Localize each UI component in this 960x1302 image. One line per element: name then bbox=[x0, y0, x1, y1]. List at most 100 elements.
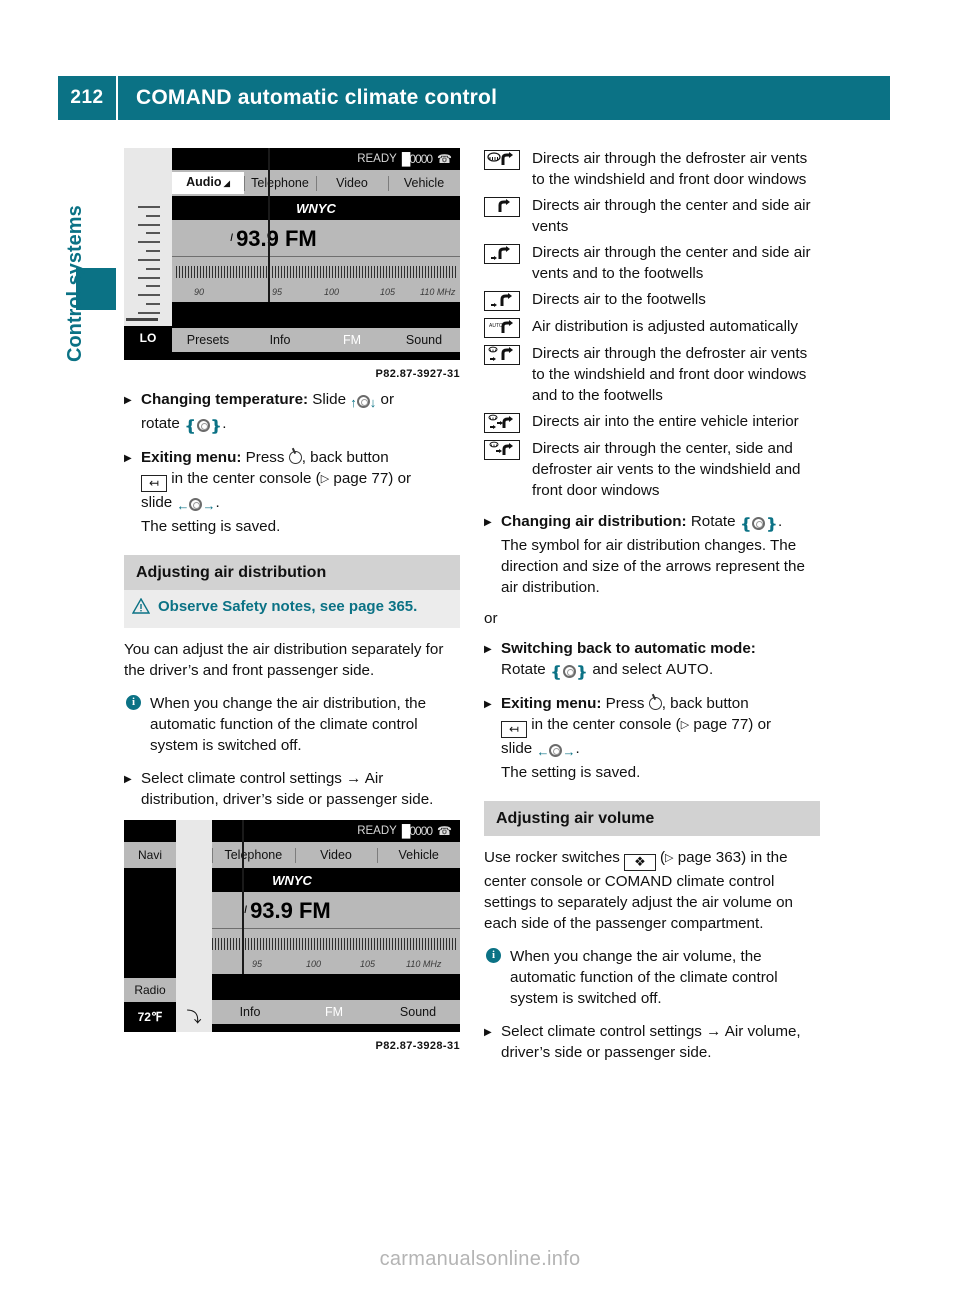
icon-row: AUTO Air distribution is adjusted automa… bbox=[484, 316, 820, 338]
manual-page: 212 COMAND automatic climate control Con… bbox=[0, 0, 960, 1302]
comand-screen-1: LO READY █0000 ☎ Audio ◢ Telephone Video… bbox=[124, 148, 460, 360]
period: . bbox=[708, 661, 714, 678]
menu-item-vehicle[interactable]: Vehicle bbox=[377, 845, 460, 866]
station-name: WNYC bbox=[172, 196, 460, 220]
step-changing-temperature: Changing temperature: Slide ↑↓ or rotate… bbox=[124, 389, 460, 437]
center-side-vent-icon bbox=[484, 197, 520, 217]
nav-item-radio[interactable]: Radio bbox=[124, 978, 176, 1002]
auto-mode-label: AUTO bbox=[665, 661, 709, 678]
slide-text: slide bbox=[501, 740, 537, 757]
nav-item-navi[interactable]: Navi bbox=[124, 842, 176, 868]
status-bar: READY █0000 ☎ bbox=[172, 148, 460, 170]
back-button-icon: ↤ bbox=[141, 475, 168, 492]
press-text: Press bbox=[241, 449, 289, 466]
soft-key-sound[interactable]: Sound bbox=[388, 330, 460, 351]
frequency-prefix-icon: I bbox=[244, 903, 248, 916]
step-exiting-menu-left: Exiting menu: Press , back button ↤ in t… bbox=[124, 447, 460, 537]
soft-key-info[interactable]: Info bbox=[244, 330, 316, 351]
scale-ticks bbox=[176, 266, 456, 278]
step-select-air-distribution: Select climate control settings → Air di… bbox=[124, 768, 460, 810]
menu-item-telephone[interactable]: Telephone bbox=[244, 173, 316, 194]
setting-saved-text: The setting is saved. bbox=[141, 518, 281, 535]
screen-gap bbox=[172, 302, 460, 328]
fan-rocker-switch-icon: ❖ bbox=[624, 854, 656, 871]
menu-item-audio[interactable]: Audio ◢ bbox=[172, 172, 244, 194]
press-knob-icon bbox=[648, 697, 662, 710]
step-label: Exiting menu: bbox=[141, 449, 242, 466]
soft-key-sound[interactable]: Sound bbox=[376, 1002, 460, 1023]
page-title: COMAND automatic climate control bbox=[136, 86, 498, 109]
menu-label: Audio bbox=[186, 175, 222, 189]
page-ref-icon: ▷ bbox=[320, 473, 330, 485]
temperature-strip: LO bbox=[124, 148, 172, 360]
soft-key-presets[interactable]: Presets bbox=[172, 330, 244, 351]
step-select-air-volume: Select climate control settings → Air vo… bbox=[484, 1021, 820, 1063]
nav-temp-left: 72℉ bbox=[124, 1002, 176, 1032]
auto-distribution-icon: AUTO bbox=[484, 318, 520, 338]
note-air-volume: i When you change the air volume, the au… bbox=[484, 946, 820, 1009]
soft-key-info[interactable]: Info bbox=[208, 1002, 292, 1023]
scale-top-line bbox=[172, 256, 460, 257]
tuning-cursor bbox=[242, 820, 244, 974]
step-text-b: . bbox=[777, 513, 783, 530]
all-vents-icon bbox=[484, 413, 520, 433]
soft-key-fm[interactable]: FM bbox=[292, 1002, 376, 1023]
scale-label-2: 100 bbox=[324, 287, 340, 297]
chapter-label: Control systems bbox=[64, 205, 86, 362]
signal-bars-icon: █0000 bbox=[401, 151, 433, 166]
signal-bars-icon: █0000 bbox=[401, 823, 433, 838]
vent-icon-left: ⤴ bbox=[172, 357, 220, 361]
frequency-value: 93.9 FM bbox=[250, 897, 331, 923]
menu-item-telephone[interactable]: Telephone bbox=[212, 845, 295, 866]
scale-labels: 90 95 100 105 110 MHz bbox=[172, 282, 460, 297]
page-ref-text: page 77) or bbox=[689, 716, 772, 733]
scale-label-1: 95 bbox=[272, 287, 283, 297]
step-body: The symbol for air distribution changes.… bbox=[501, 537, 805, 596]
step-text-b: or bbox=[376, 391, 395, 408]
temperature-right-value: 72℉ bbox=[412, 357, 460, 361]
after-press-text: , back button bbox=[661, 695, 749, 712]
slide-post-text: . bbox=[215, 494, 220, 511]
svg-text:AUTO: AUTO bbox=[489, 323, 503, 329]
nav-side-column: Navi Radio 72℉ bbox=[124, 820, 176, 1032]
vent-icon-right: ⤴ bbox=[326, 1029, 393, 1033]
scale-label-3: 105 bbox=[380, 287, 396, 297]
scale-label-0: 90 bbox=[194, 287, 205, 297]
temperature-indicator bbox=[126, 318, 158, 321]
fan-right-value: ✱1 bbox=[316, 357, 364, 361]
temperature-right-value: 72℉ bbox=[393, 1029, 460, 1033]
frequency-prefix-icon: I bbox=[230, 231, 234, 244]
icon-description: Directs air through the center and side … bbox=[532, 244, 811, 282]
figure-radio-display-1: LO READY █0000 ☎ Audio ◢ Telephone Video… bbox=[124, 148, 460, 385]
soft-key-fm[interactable]: FM bbox=[316, 330, 388, 351]
scale-label-2: 100 bbox=[306, 959, 322, 969]
icon-row: Directs air through the center and side … bbox=[484, 242, 820, 284]
step-label: Switching back to automatic mode: bbox=[501, 640, 756, 657]
scale-label-4: 110 MHz bbox=[420, 287, 456, 297]
defroster-footwell-vent-icon: ⤵ bbox=[186, 1009, 202, 1026]
safety-warning-box: Observe Safety notes, see page 365. bbox=[124, 590, 460, 628]
icon-description: Air distribution is adjusted automatical… bbox=[532, 318, 798, 335]
figure-radio-display-2: READY █0000 ☎ ◢ Telephone Video Vehicle … bbox=[124, 820, 460, 1057]
press-text: Press bbox=[601, 695, 649, 712]
icon-description: Directs air into the entire vehicle inte… bbox=[532, 413, 799, 430]
console-text: in the center console ( bbox=[527, 716, 681, 733]
icon-description: Directs air through the center and side … bbox=[532, 197, 811, 235]
icon-row: Directs air to the footwells bbox=[484, 289, 820, 311]
warning-triangle-icon bbox=[131, 597, 151, 620]
menu-item-video[interactable]: Video bbox=[294, 845, 378, 866]
after-press-text: , back button bbox=[301, 449, 389, 466]
tuning-cursor bbox=[268, 148, 270, 302]
menu-item-vehicle[interactable]: Vehicle bbox=[388, 173, 460, 194]
icon-description: Directs air to the footwells bbox=[532, 291, 706, 308]
main-menu-bar-1: Audio ◢ Telephone Video Vehicle bbox=[172, 170, 460, 196]
header-page-number: 212 bbox=[70, 87, 104, 108]
note-air-distribution: i When you change the air distribution, … bbox=[124, 693, 460, 756]
rotate-symbol: ❴ ❵ bbox=[739, 516, 778, 533]
center-side-defroster-vent-icon bbox=[484, 440, 520, 460]
step-label: Changing air distribution: bbox=[501, 513, 687, 530]
page-ref-text: page 77) or bbox=[329, 470, 412, 487]
icon-description: Directs air through the center, side and… bbox=[532, 440, 801, 499]
step-exiting-menu-right: Exiting menu: Press , back button ↤ in t… bbox=[484, 693, 820, 783]
menu-item-video[interactable]: Video bbox=[316, 173, 388, 194]
